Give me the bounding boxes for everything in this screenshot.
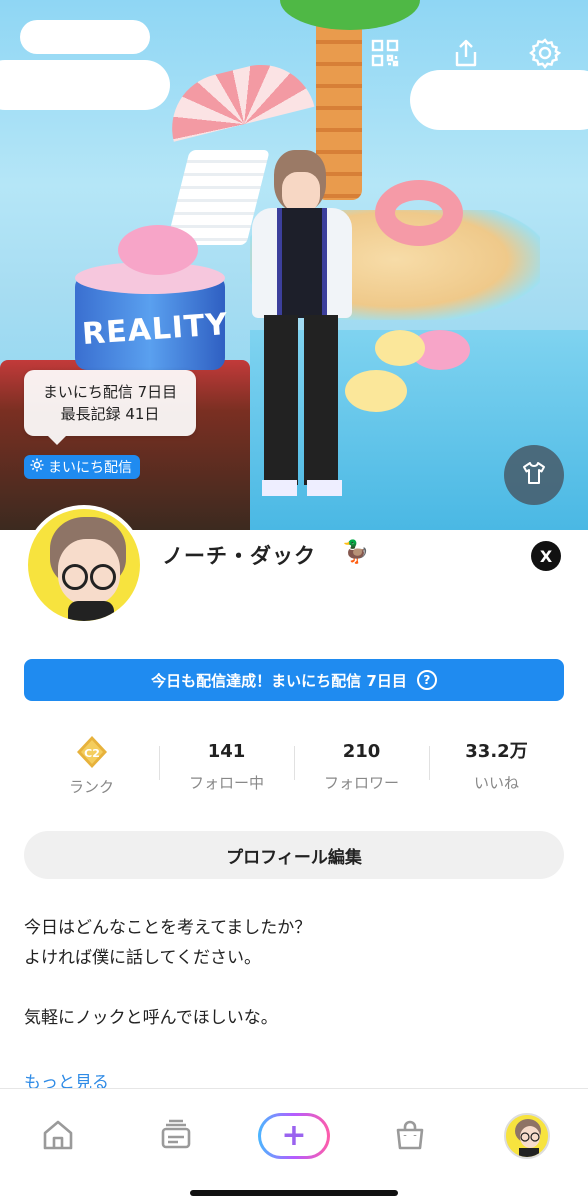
plus-icon: +: [261, 1116, 327, 1156]
stat-label: フォロワー: [323, 773, 399, 792]
shop-icon[interactable]: [386, 1111, 434, 1159]
profile-stats: C2 ランク 141 フォロー中 210 フォロワー 33.2万 いいね: [24, 730, 564, 800]
settings-icon[interactable]: [528, 36, 562, 70]
edit-profile-button[interactable]: プロフィール編集: [24, 831, 564, 879]
sun-icon: [30, 458, 44, 476]
home-indicator: [190, 1190, 398, 1196]
glasses-lens: [90, 564, 116, 590]
bio-line: よければ僕に話してください。: [24, 948, 261, 968]
float-ring: [375, 180, 463, 246]
rank-badge-text: C2: [84, 747, 100, 760]
qr-code-icon[interactable]: [368, 36, 402, 70]
crab-plush: [118, 225, 198, 275]
bio-line: [24, 973, 564, 1003]
bio-line: 今日はどんなことを考えてましたか？: [24, 918, 312, 938]
x-logo-icon: X: [539, 546, 553, 566]
stat-value: 141: [207, 740, 246, 762]
user-avatar-3d[interactable]: [252, 150, 352, 500]
stat-rank[interactable]: C2 ランク: [24, 730, 159, 800]
crab-plush: [375, 330, 425, 366]
cloud: [0, 60, 170, 110]
avatar-jacket: [252, 208, 352, 318]
streak-banner-text: 今日も配信達成！まいにち配信 7日目: [151, 671, 407, 690]
profile-bio: 今日はどんなことを考えてましたか？ よければ僕に話してください。 気軽にノックと…: [24, 913, 564, 1033]
avatar-face: [282, 172, 320, 212]
streak-record: 最長記録 41日: [60, 405, 160, 423]
crab-plush: [345, 370, 407, 412]
bio-line: 気軽にノックと呼んでほしいな。: [24, 1008, 278, 1028]
streak-tooltip: まいにち配信 7日目 最長記録 41日: [24, 370, 196, 445]
stat-value: 33.2万: [465, 740, 528, 762]
closet-button[interactable]: [504, 445, 564, 505]
feed-icon[interactable]: [152, 1111, 200, 1159]
beach-umbrella: [160, 53, 315, 142]
stat-following[interactable]: 141 フォロー中: [159, 730, 294, 800]
daily-chip-label: まいにち配信: [48, 460, 132, 476]
stat-label: いいね: [473, 773, 519, 792]
bottom-nav: +: [0, 1088, 588, 1200]
avatar-room-scene: REALITY: [0, 0, 588, 530]
stat-value: 210: [342, 740, 381, 762]
stat-likes[interactable]: 33.2万 いいね: [429, 730, 564, 800]
x-social-link-button[interactable]: X: [531, 541, 561, 571]
create-button[interactable]: +: [258, 1113, 330, 1159]
cloud: [20, 20, 150, 54]
avatar-shoes: [262, 480, 342, 496]
streak-current: まいにち配信 7日目: [42, 383, 178, 401]
home-icon[interactable]: [34, 1111, 82, 1159]
stat-label: ランク: [68, 777, 114, 796]
glasses-lens: [62, 564, 88, 590]
share-icon[interactable]: [449, 36, 483, 70]
streak-banner[interactable]: 今日も配信達成！まいにち配信 7日目 ?: [24, 659, 564, 701]
profile-name: ノーチ・ダック: [162, 544, 316, 568]
stat-label: フォロー中: [188, 773, 264, 792]
help-icon[interactable]: ?: [416, 670, 437, 690]
rank-badge-icon: C2: [74, 734, 110, 770]
avatar-pants: [264, 315, 338, 485]
tshirt-icon: [521, 460, 547, 490]
my-avatar-tab[interactable]: [504, 1113, 550, 1159]
palm-leaves: [280, 0, 420, 30]
avatar-shirt: [68, 601, 114, 621]
cloud: [410, 70, 588, 130]
duck-emoji: 🦆: [342, 540, 370, 565]
stat-followers[interactable]: 210 フォロワー: [294, 730, 429, 800]
profile-avatar[interactable]: [24, 505, 144, 625]
daily-stream-chip[interactable]: まいにち配信: [24, 455, 140, 479]
